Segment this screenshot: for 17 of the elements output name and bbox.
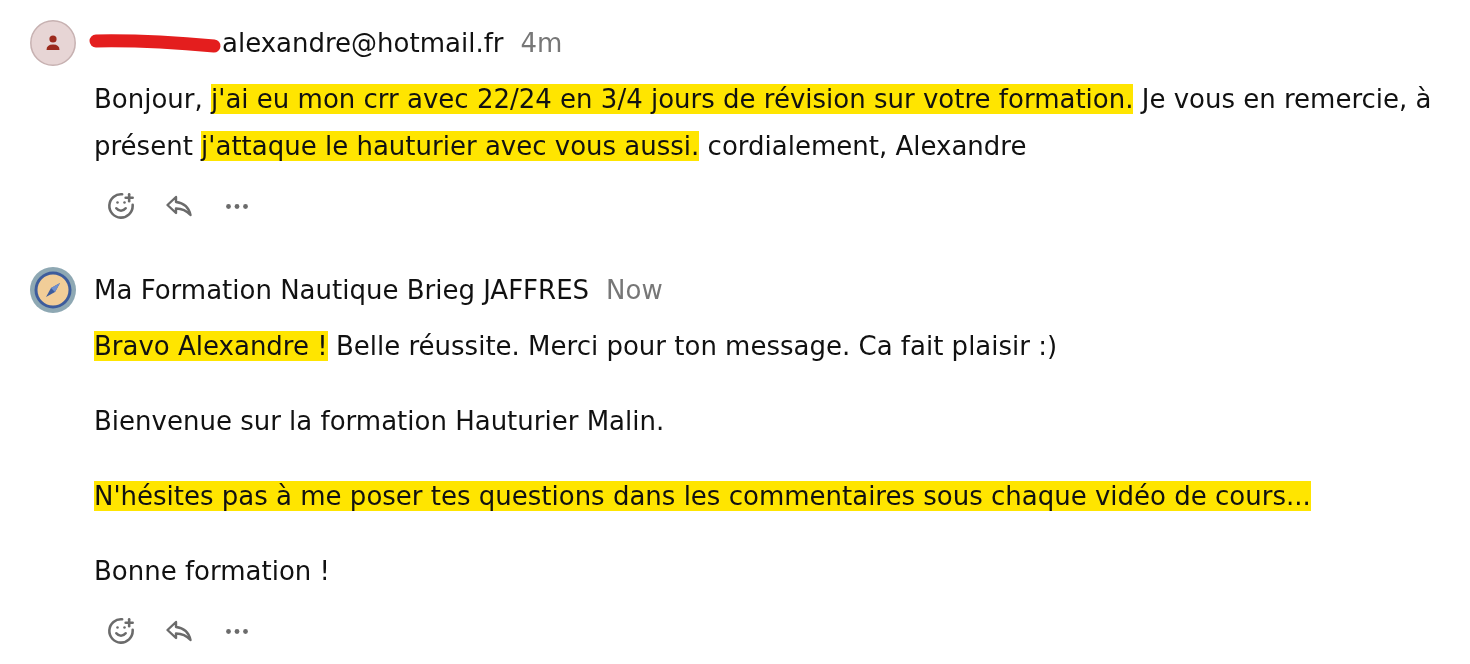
smiley-plus-icon [107, 617, 135, 645]
comment-text: Bonne formation ! [94, 555, 331, 588]
author-name: Ma Formation Nautique Brieg JAFFRES [94, 274, 590, 307]
author-name: alexandre@hotmail.fr [222, 27, 504, 60]
timestamp: 4m [520, 27, 563, 60]
comment-text: Bonjour, j'ai eu mon crr avec 22/24 en 3/4 jours de révision sur votre formation. Je vous en remercie, à présent j'attaque le hauturier avec vous aussi. cordialement, Alexandre [94, 83, 1433, 163]
more-icon [226, 203, 248, 209]
comment-text: N'hésites pas à me poser tes questions dans les commentaires sous chaque vidéo de cours... [94, 480, 1312, 513]
comment-text: Bienvenue sur la formation Hauturier Malin. [94, 405, 666, 438]
user-avatar-icon [30, 20, 76, 66]
compass-logo-icon [30, 267, 76, 313]
timestamp: Now [606, 274, 663, 307]
reply-arrow-icon [165, 619, 193, 643]
smiley-plus-icon [107, 192, 135, 220]
comment-text: Bravo Alexandre ! Belle réussite. Merci pour ton message. Ca fait plaisir :) [94, 330, 1059, 363]
more-icon [226, 628, 248, 634]
reply-arrow-icon [165, 194, 193, 218]
